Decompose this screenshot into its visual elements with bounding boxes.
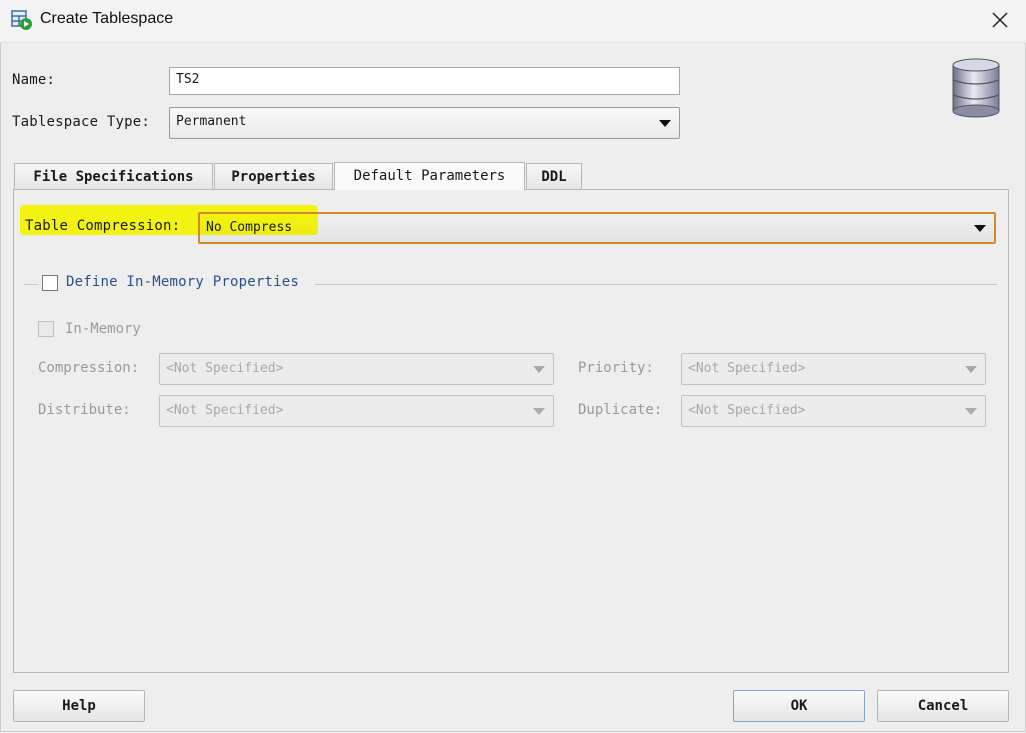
tab-default-parameters[interactable]: Default Parameters [334,162,525,190]
chevron-down-icon [965,408,977,415]
define-in-memory-checkbox[interactable] [42,275,58,291]
chevron-down-icon [659,120,671,127]
distribute-select[interactable]: <Not Specified> [159,395,554,427]
help-button[interactable]: Help [13,690,145,722]
table-compression-label: Table Compression: [25,218,181,234]
window-title: Create Tablespace [40,10,174,27]
table-compression-select[interactable]: No Compress [198,212,996,244]
compression-label: Compression: [38,360,140,376]
table-compression-value: No Compress [206,220,293,235]
in-memory-checkbox[interactable] [38,321,54,337]
tab-file-specifications[interactable]: File Specifications [14,163,213,189]
in-memory-label: In-Memory [65,321,141,337]
group-divider-left [24,284,38,285]
tablespace-type-select[interactable]: Permanent [169,107,680,139]
name-label: Name: [12,72,56,88]
duplicate-label: Duplicate: [578,402,663,418]
priority-label: Priority: [578,360,654,376]
tablespace-app-icon [11,9,33,31]
database-cylinder-icon [950,57,1002,123]
priority-select[interactable]: <Not Specified> [681,353,986,385]
compression-value: <Not Specified> [166,361,284,376]
ok-button[interactable]: OK [733,690,865,722]
duplicate-select[interactable]: <Not Specified> [681,395,986,427]
tab-properties[interactable]: Properties [214,163,333,189]
tablespace-type-label: Tablespace Type: [12,114,151,130]
close-icon [992,12,1008,28]
chevron-down-icon [533,366,545,373]
compression-select[interactable]: <Not Specified> [159,353,554,385]
close-button[interactable] [986,6,1014,34]
group-divider-right [315,284,997,285]
define-in-memory-label[interactable]: Define In-Memory Properties [66,274,299,290]
duplicate-value: <Not Specified> [688,403,806,418]
priority-value: <Not Specified> [688,361,806,376]
distribute-value: <Not Specified> [166,403,284,418]
cancel-button[interactable]: Cancel [877,690,1009,722]
tablespace-type-value: Permanent [176,114,247,129]
distribute-label: Distribute: [38,402,131,418]
chevron-down-icon [974,225,986,232]
name-input[interactable]: TS2 [169,67,680,95]
chevron-down-icon [533,408,545,415]
tab-ddl[interactable]: DDL [526,163,582,189]
default-parameters-panel [13,189,1009,673]
chevron-down-icon [965,366,977,373]
